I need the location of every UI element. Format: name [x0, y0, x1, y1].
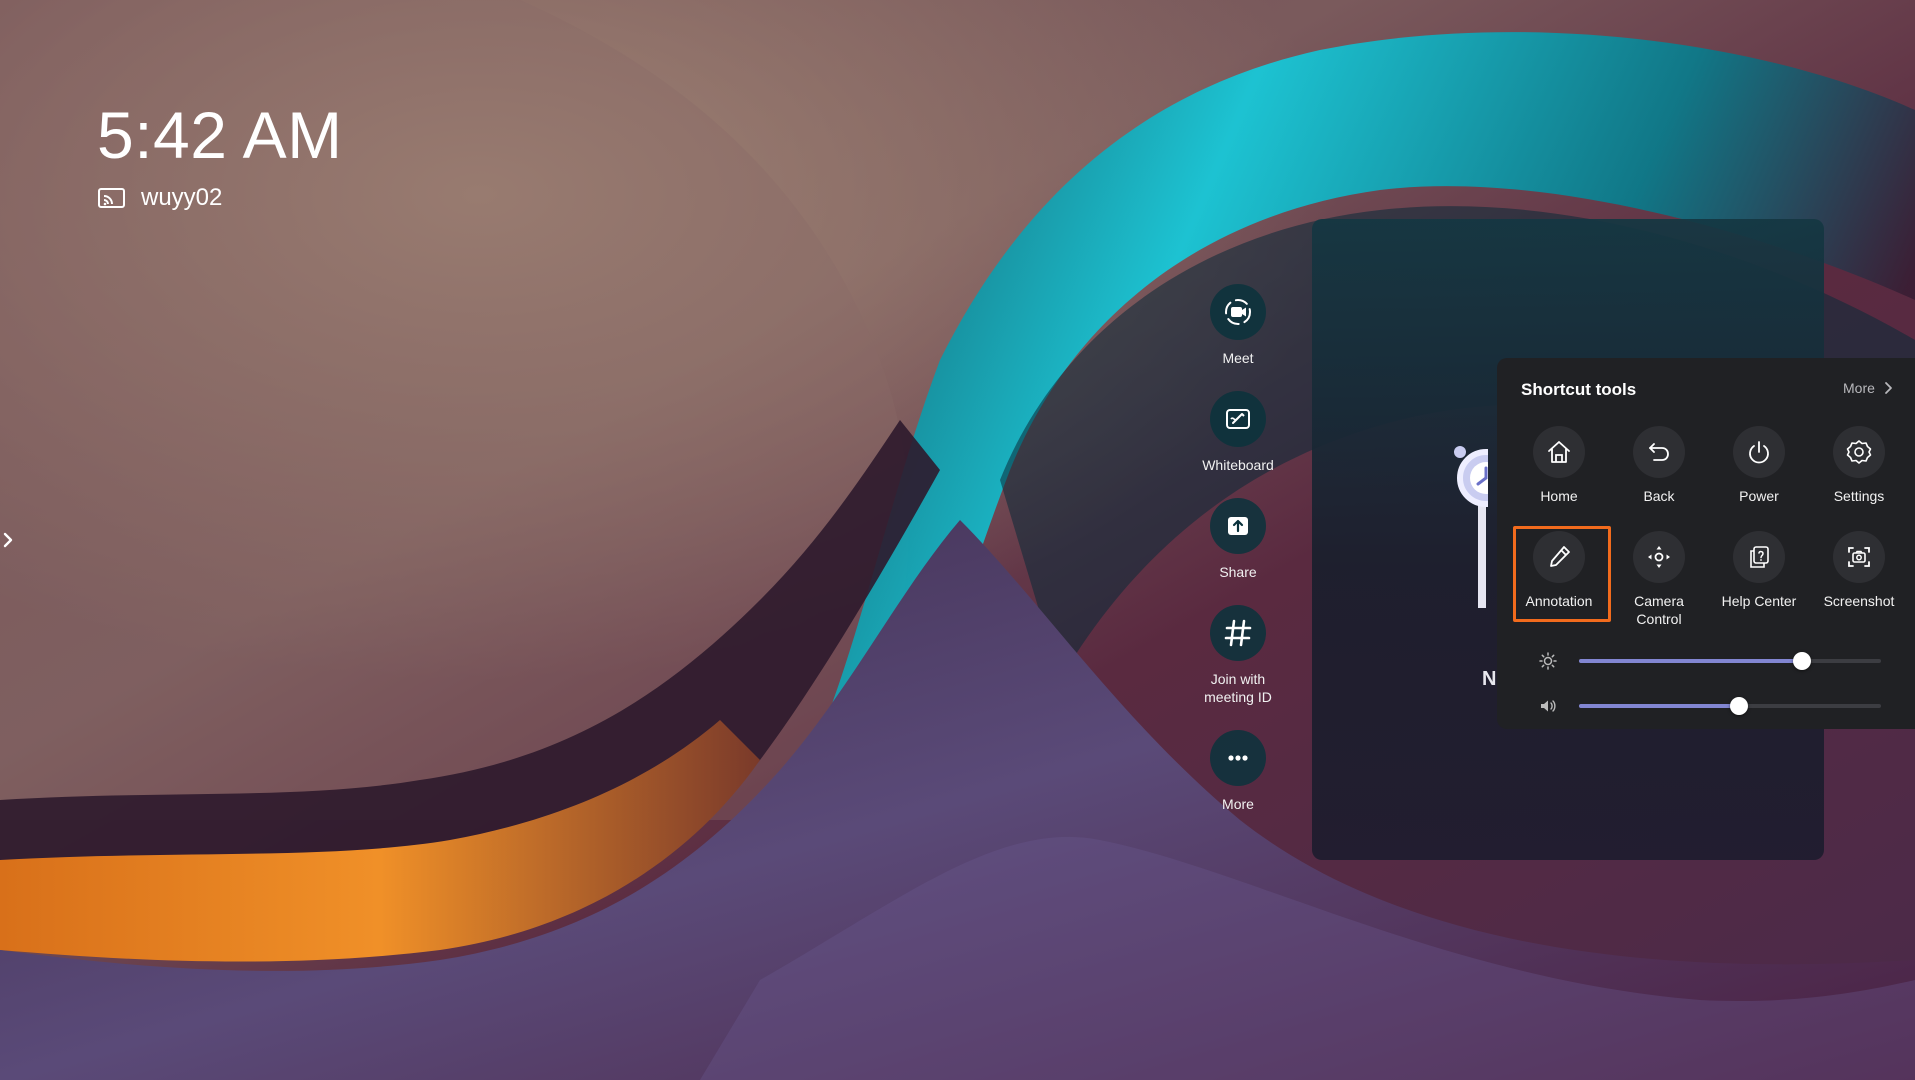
dock-label: Share: [1219, 564, 1257, 580]
dock-item-more[interactable]: More: [1180, 730, 1296, 813]
dock-label: Meet: [1222, 350, 1254, 366]
dock-item-meet[interactable]: Meet: [1180, 284, 1296, 367]
brightness-thumb[interactable]: [1793, 652, 1812, 670]
share-upload-icon: [1228, 517, 1248, 535]
tile-back[interactable]: Back: [1609, 426, 1709, 505]
dock-item-share[interactable]: Share: [1180, 498, 1296, 581]
volume-track[interactable]: [1579, 697, 1881, 715]
more-dots-icon: [1228, 755, 1248, 761]
dock-label: More: [1222, 796, 1254, 812]
alarm-clock-icon: [1454, 446, 1488, 608]
shortcut-tools-title: Shortcut tools: [1521, 380, 1637, 399]
volume-fill: [1579, 704, 1740, 708]
device-name: wuyy02: [141, 184, 223, 211]
brightness-icon: [1537, 650, 1559, 672]
cast-icon: [98, 188, 125, 208]
tile-label: Screenshot: [1823, 593, 1895, 609]
screenshot-button[interactable]: [1833, 531, 1885, 583]
dock-label: Join with meeting ID: [1204, 671, 1272, 705]
help-center-icon: [1750, 546, 1769, 568]
card-title-fragment: N: [1482, 668, 1497, 690]
clock-time: 5:42 AM: [97, 98, 343, 172]
back-arrow-icon: [1649, 443, 1669, 461]
tile-settings[interactable]: Settings: [1809, 426, 1909, 505]
brightness-slider[interactable]: [1537, 650, 1905, 672]
annotation-highlight-box: [1513, 526, 1611, 622]
more-label: More: [1843, 380, 1875, 396]
dock-meet-button[interactable]: [1210, 284, 1266, 340]
device-info: wuyy02: [97, 182, 222, 214]
tile-label: Back: [1643, 488, 1675, 504]
home-button[interactable]: [1533, 426, 1585, 478]
power-button[interactable]: [1733, 426, 1785, 478]
tile-label: Camera Control: [1634, 593, 1684, 627]
tile-label: Power: [1739, 488, 1779, 504]
back-button[interactable]: [1633, 426, 1685, 478]
dock-share-button[interactable]: [1210, 498, 1266, 554]
camera-control-icon: [1648, 546, 1670, 568]
video-camera-icon: [1225, 299, 1251, 325]
sidebar-expand-handle[interactable]: [0, 520, 24, 560]
home-icon: [1548, 441, 1570, 463]
camera-control-button[interactable]: [1633, 531, 1685, 583]
tile-home[interactable]: Home: [1509, 426, 1609, 505]
screenshot-icon: [1848, 547, 1870, 567]
volume-slider[interactable]: [1537, 695, 1905, 717]
chevron-right-icon: [1885, 382, 1892, 394]
help-center-button[interactable]: [1733, 531, 1785, 583]
dock-label: Whiteboard: [1202, 457, 1274, 473]
tile-label: Settings: [1833, 488, 1885, 504]
settings-button[interactable]: [1833, 426, 1885, 478]
dock-item-join-meeting-id[interactable]: Join with meeting ID: [1180, 605, 1296, 706]
dock-join-button[interactable]: [1210, 605, 1266, 661]
gear-icon: [1846, 440, 1872, 464]
power-icon: [1749, 441, 1769, 464]
tile-label: Help Center: [1721, 593, 1797, 609]
tile-help-center[interactable]: Help Center: [1709, 531, 1809, 610]
tile-power[interactable]: Power: [1709, 426, 1809, 505]
tile-label: Home: [1540, 488, 1578, 504]
tile-camera-control[interactable]: Camera Control: [1609, 531, 1709, 628]
volume-icon: [1537, 695, 1559, 717]
whiteboard-icon: [1226, 409, 1250, 429]
more-link[interactable]: More: [1843, 380, 1893, 396]
chevron-right-icon: [3, 532, 13, 548]
shortcut-tools-panel: Shortcut tools More Home Back Power Sett…: [1497, 358, 1915, 729]
dock-whiteboard-button[interactable]: [1210, 391, 1266, 447]
brightness-fill: [1579, 659, 1803, 663]
tile-screenshot[interactable]: Screenshot: [1809, 531, 1909, 610]
hash-icon: [1224, 619, 1252, 647]
brightness-track[interactable]: [1579, 652, 1881, 670]
dock-more-button[interactable]: [1210, 730, 1266, 786]
volume-thumb[interactable]: [1730, 697, 1749, 715]
dock-item-whiteboard[interactable]: Whiteboard: [1180, 391, 1296, 474]
